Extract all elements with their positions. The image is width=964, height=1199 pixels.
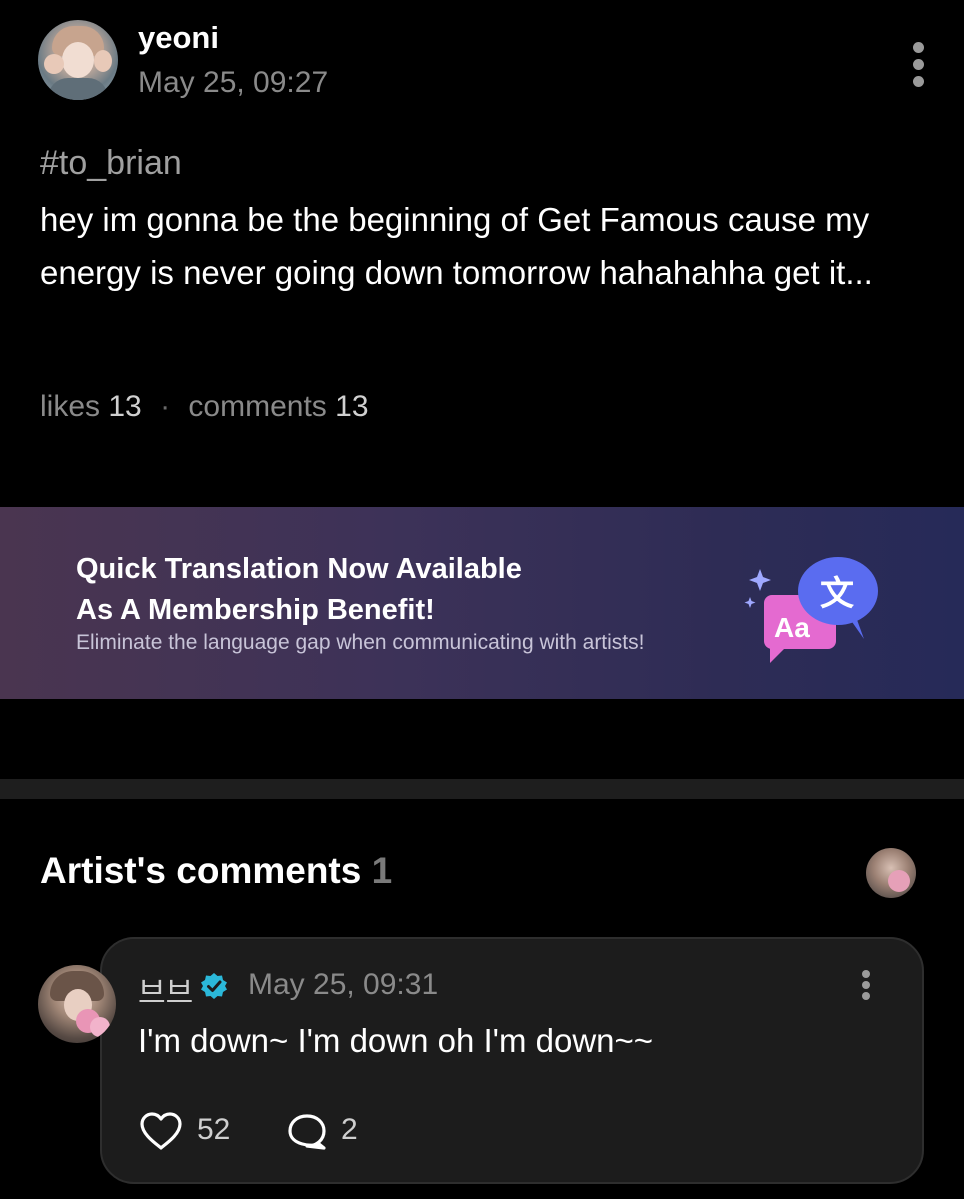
banner-title-line2: As A Membership Benefit!	[76, 594, 435, 626]
svg-text:文: 文	[820, 574, 854, 614]
banner-title-line1: Quick Translation Now Available	[76, 553, 522, 585]
comment-reply-count: 2	[341, 1113, 358, 1146]
post-stats: likes 13 · comments 13	[40, 390, 369, 424]
author-avatar[interactable]	[38, 20, 118, 100]
post-hashtag[interactable]: #to_brian	[40, 144, 182, 183]
post-timestamp: May 25, 09:27	[138, 66, 329, 99]
svg-text:Aa: Aa	[774, 612, 810, 643]
comment-more-vertical-icon[interactable]	[858, 970, 874, 1004]
heart-icon[interactable]	[138, 1110, 184, 1152]
artist-comments-title: Artist's comments 1	[40, 850, 392, 892]
comment-text: I'm down~ I'm down oh I'm down~~	[138, 1022, 654, 1059]
stats-separator: ·	[160, 390, 171, 423]
post-body-text: hey im gonna be the beginning of Get Fam…	[40, 201, 873, 291]
translate-icon: Aa 文	[744, 557, 878, 663]
post-header: yeoni May 25, 09:27	[38, 20, 938, 102]
comment-bubble-icon[interactable]	[286, 1112, 328, 1152]
comments-count: 13	[335, 390, 369, 423]
banner-subtitle: Eliminate the language gap when communic…	[76, 631, 645, 654]
verified-badge-icon	[201, 973, 227, 999]
likes-label: likes	[40, 390, 101, 423]
author-username[interactable]: yeoni	[138, 20, 219, 56]
translation-promo-banner[interactable]: Quick Translation Now Available As A Mem…	[0, 507, 964, 699]
likes-count: 13	[108, 390, 142, 423]
artist-comments-count: 1	[371, 850, 393, 891]
comment-timestamp: May 25, 09:31	[248, 968, 439, 1001]
comments-label: comments	[188, 390, 327, 423]
more-vertical-icon[interactable]	[910, 42, 926, 92]
banner-title: Quick Translation Now Available As A Mem…	[76, 549, 522, 631]
section-divider	[0, 779, 964, 799]
artist-avatar-filter[interactable]	[866, 848, 916, 898]
commenter-avatar[interactable]	[38, 965, 116, 1043]
post-detail-page: yeoni May 25, 09:27 #to_brian hey im gon…	[0, 0, 964, 1199]
comment-like-count: 52	[197, 1113, 231, 1146]
commenter-name[interactable]: 브브	[138, 968, 193, 1012]
artist-comments-label: Artist's comments	[40, 850, 362, 891]
